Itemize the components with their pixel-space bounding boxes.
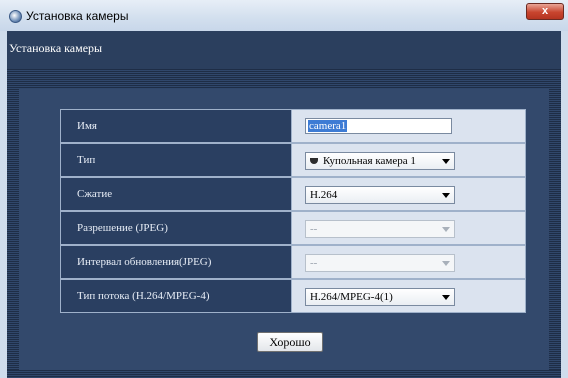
stream-type-select-value: H.264/MPEG-4(1) bbox=[310, 291, 393, 303]
dialog-client-area: Установка камеры Имя camera1 Тип Купольн… bbox=[7, 31, 561, 378]
type-select-value: Купольная камера 1 bbox=[323, 155, 416, 167]
compression-select[interactable]: H.264 bbox=[305, 186, 455, 204]
left-border bbox=[7, 89, 19, 370]
header-divider bbox=[7, 69, 561, 89]
camera-app-icon bbox=[9, 10, 22, 23]
chevron-down-icon bbox=[442, 227, 450, 232]
form-row-type: Тип Купольная камера 1 bbox=[60, 143, 526, 177]
refresh-interval-cell: -- bbox=[291, 245, 526, 279]
chevron-down-icon bbox=[442, 159, 450, 164]
refresh-interval-select: -- bbox=[305, 254, 455, 272]
ok-button[interactable]: Хорошо bbox=[257, 332, 323, 352]
window-title: Установка камеры bbox=[26, 9, 129, 23]
refresh-interval-select-value: -- bbox=[310, 257, 318, 269]
right-border bbox=[549, 89, 561, 370]
dome-camera-icon bbox=[310, 158, 318, 164]
compression-label: Сжатие bbox=[60, 177, 292, 211]
resolution-cell: -- bbox=[291, 211, 526, 245]
refresh-interval-label: Интервал обновления(JPEG) bbox=[60, 245, 292, 279]
type-select[interactable]: Купольная камера 1 bbox=[305, 152, 455, 170]
name-input[interactable]: camera1 bbox=[305, 118, 452, 134]
form-row-refresh-interval: Интервал обновления(JPEG) -- bbox=[60, 245, 526, 279]
chevron-down-icon bbox=[442, 295, 450, 300]
type-label: Тип bbox=[60, 143, 292, 177]
window-title-bar: Установка камеры x bbox=[0, 0, 568, 31]
compression-cell: H.264 bbox=[291, 177, 526, 211]
stream-type-label: Тип потока (H.264/MPEG-4) bbox=[60, 279, 292, 313]
compression-select-value: H.264 bbox=[310, 189, 338, 201]
resolution-select: -- bbox=[305, 220, 455, 238]
form-row-compression: Сжатие H.264 bbox=[60, 177, 526, 211]
form-row-name: Имя camera1 bbox=[60, 109, 526, 143]
page-title: Установка камеры bbox=[9, 41, 103, 55]
resolution-select-value: -- bbox=[310, 223, 318, 235]
name-input-value: camera1 bbox=[308, 120, 348, 132]
name-cell: camera1 bbox=[291, 109, 526, 143]
stream-type-cell: H.264/MPEG-4(1) bbox=[291, 279, 526, 313]
resolution-label: Разрешение (JPEG) bbox=[60, 211, 292, 245]
type-cell: Купольная камера 1 bbox=[291, 143, 526, 177]
name-label: Имя bbox=[60, 109, 292, 143]
chevron-down-icon bbox=[442, 193, 450, 198]
stream-type-select[interactable]: H.264/MPEG-4(1) bbox=[305, 288, 455, 306]
form-row-stream-type: Тип потока (H.264/MPEG-4) H.264/MPEG-4(1… bbox=[60, 279, 526, 313]
chevron-down-icon bbox=[442, 261, 450, 266]
close-button[interactable]: x bbox=[526, 3, 564, 20]
form-row-resolution: Разрешение (JPEG) -- bbox=[60, 211, 526, 245]
footer-divider bbox=[7, 370, 561, 378]
